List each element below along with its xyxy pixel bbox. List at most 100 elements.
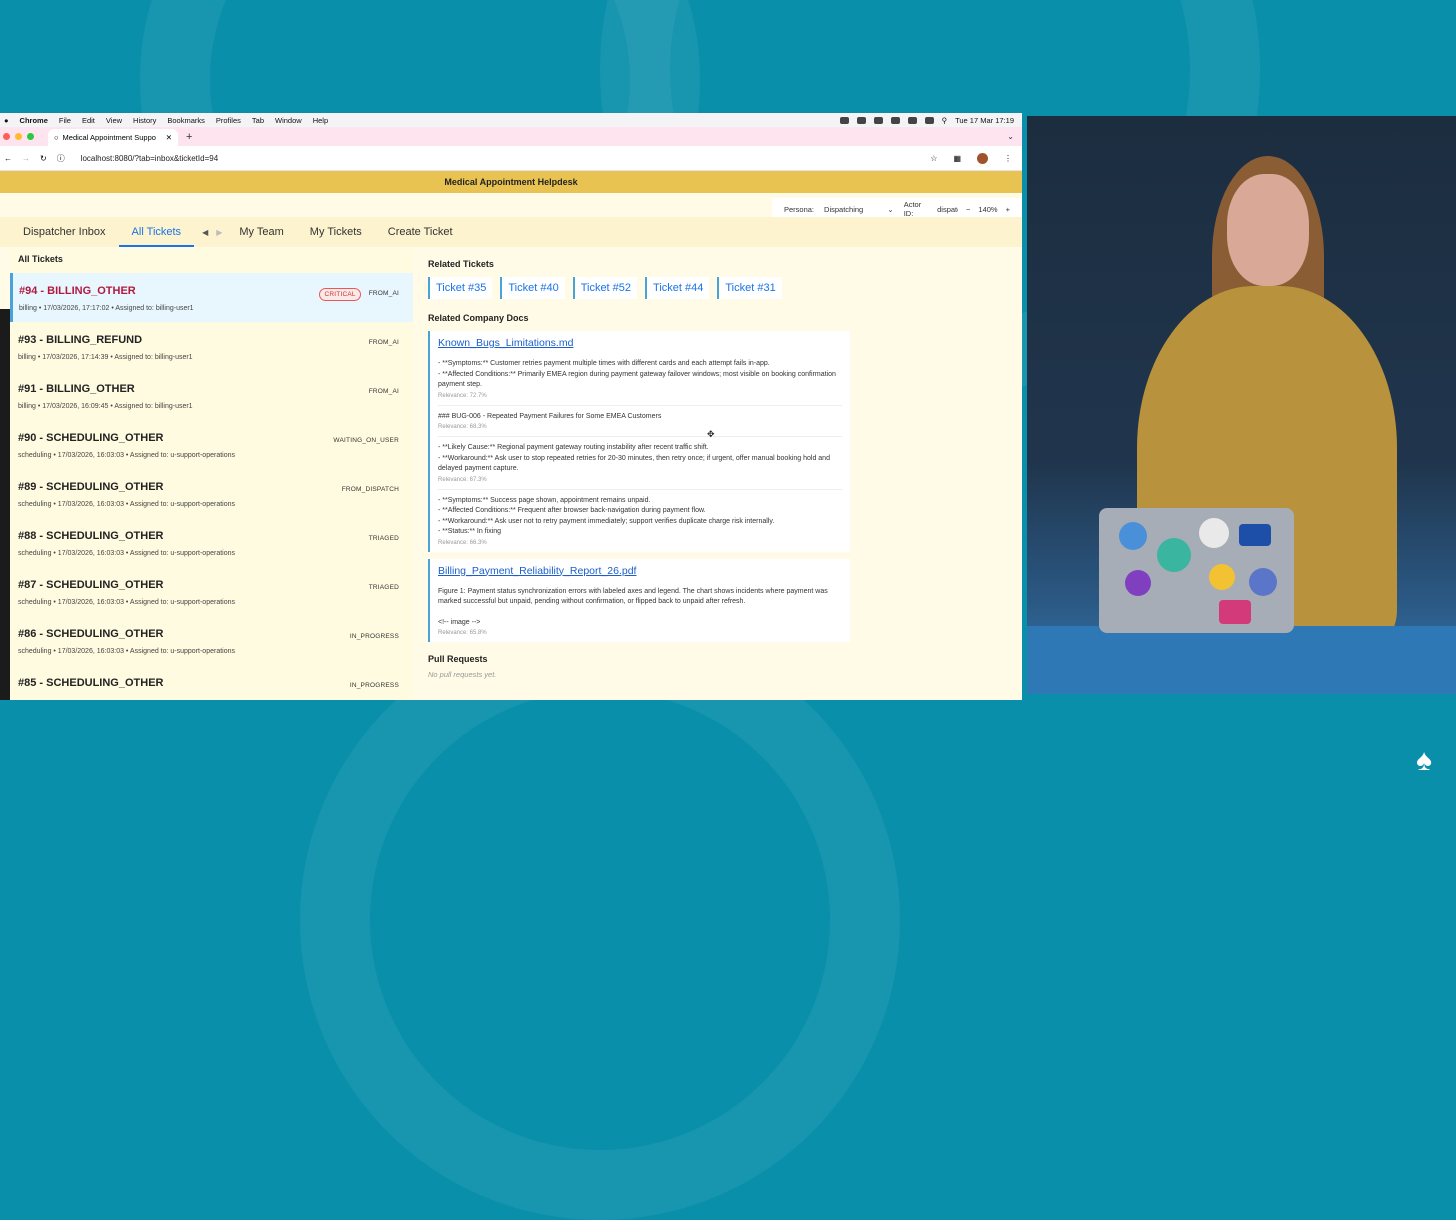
- status-badge: FROM_AI: [368, 339, 399, 346]
- relevance-score: Relevance: 68.3%: [438, 424, 487, 430]
- back-icon[interactable]: ←: [4, 154, 12, 163]
- close-window-icon[interactable]: [3, 133, 10, 140]
- tray-icon[interactable]: [873, 116, 883, 124]
- site-info-icon[interactable]: ⓘ: [57, 153, 65, 164]
- chevron-down-icon: ⌄: [887, 204, 894, 214]
- browser-tab[interactable]: ○ Medical Appointment Suppo ✕: [48, 129, 178, 146]
- ticket-row-selected[interactable]: #94 - BILLING_OTHER billing • 17/03/2026…: [10, 273, 413, 322]
- close-tab-icon[interactable]: ✕: [166, 133, 172, 142]
- ticket-row[interactable]: #86 - SCHEDULING_OTHER scheduling • 17/0…: [10, 616, 413, 665]
- zoom-window-icon[interactable]: [27, 133, 34, 140]
- menu-bookmarks[interactable]: Bookmarks: [167, 116, 205, 125]
- wifi-icon[interactable]: [924, 116, 934, 124]
- tray-icon[interactable]: [839, 116, 849, 124]
- profile-avatar[interactable]: [977, 152, 988, 164]
- ticket-row[interactable]: #88 - SCHEDULING_OTHER scheduling • 17/0…: [10, 518, 413, 567]
- doc-snippet-line: - **Workaround:** Ask user to stop repea…: [438, 454, 830, 473]
- menu-view[interactable]: View: [106, 116, 122, 125]
- tab-my-team[interactable]: My Team: [226, 217, 296, 247]
- doc-snippet-line: <!-- image -->: [438, 618, 481, 626]
- related-ticket-link[interactable]: Ticket #40: [500, 277, 565, 299]
- ticket-row[interactable]: #85 - SCHEDULING_OTHER IN_PROGRESS: [10, 665, 413, 700]
- related-ticket-link[interactable]: Ticket #31: [717, 277, 782, 299]
- tab-my-tickets[interactable]: My Tickets: [297, 217, 375, 247]
- ticket-meta: billing • 17/03/2026, 17:17:02 • Assigne…: [19, 305, 194, 312]
- nav-scroll-right-icon[interactable]: ▶: [212, 228, 226, 237]
- app-header: Medical Appointment Helpdesk: [0, 171, 1022, 193]
- apple-icon[interactable]: ●: [4, 116, 9, 125]
- chevron-down-icon[interactable]: ⌄: [1007, 132, 1014, 141]
- tray-icon[interactable]: [890, 116, 900, 124]
- search-icon[interactable]: ⚲: [942, 116, 948, 125]
- menu-window[interactable]: Window: [275, 116, 302, 125]
- related-ticket-link[interactable]: Ticket #52: [572, 277, 638, 299]
- divider: [438, 404, 842, 406]
- ticket-meta: scheduling • 17/03/2026, 16:03:03 • Assi…: [18, 648, 235, 655]
- browser-tabbar: ○ Medical Appointment Suppo ✕ + ⌄: [0, 127, 1022, 146]
- new-tab-icon[interactable]: +: [186, 131, 192, 143]
- zoom-in-button[interactable]: +: [1006, 205, 1010, 214]
- ticket-title: #90 - SCHEDULING_OTHER: [18, 432, 164, 444]
- ticket-row[interactable]: #87 - SCHEDULING_OTHER scheduling • 17/0…: [10, 567, 413, 616]
- actor-id-input[interactable]: dispatcher: [937, 205, 958, 214]
- status-badge: WAITING_ON_USER: [333, 437, 399, 444]
- sticker: [1249, 568, 1277, 596]
- speaker-face: [1227, 174, 1309, 286]
- tab-dispatcher-inbox[interactable]: Dispatcher Inbox: [10, 217, 119, 247]
- menu-help[interactable]: Help: [313, 116, 328, 125]
- ticket-list-heading: All Tickets: [18, 254, 63, 264]
- zoom-out-button[interactable]: −: [966, 205, 970, 214]
- duke-mascot-logo: ♠: [1416, 744, 1432, 777]
- forward-icon[interactable]: →: [22, 154, 30, 163]
- kebab-menu-icon[interactable]: ⋮: [1004, 154, 1012, 163]
- extensions-icon[interactable]: ▦: [953, 154, 961, 163]
- ticket-title: #86 - SCHEDULING_OTHER: [18, 628, 164, 640]
- stage-edge: [1027, 626, 1456, 694]
- ticket-meta: billing • 17/03/2026, 16:09:45 • Assigne…: [18, 403, 193, 410]
- bookmark-star-icon[interactable]: ☆: [930, 154, 937, 163]
- persona-select-value: Dispatching: [824, 204, 864, 214]
- nav-scroll-left-icon[interactable]: ◀: [198, 228, 212, 237]
- ticket-row[interactable]: #90 - SCHEDULING_OTHER scheduling • 17/0…: [10, 420, 413, 469]
- reload-icon[interactable]: ↻: [40, 154, 47, 163]
- ticket-meta: scheduling • 17/03/2026, 16:03:03 • Assi…: [18, 550, 235, 557]
- sticker: [1157, 538, 1191, 572]
- doc-title-link[interactable]: Known_Bugs_Limitations.md: [438, 337, 842, 349]
- menu-file[interactable]: File: [59, 116, 71, 125]
- status-badge: FROM_AI: [368, 388, 399, 395]
- menu-profiles[interactable]: Profiles: [216, 116, 241, 125]
- browser-window: ● Chrome File Edit View History Bookmark…: [0, 113, 1022, 700]
- sticker: [1199, 518, 1229, 548]
- address-bar[interactable]: localhost:8080/?tab=inbox&ticketId=94: [81, 154, 218, 163]
- status-badge: IN_PROGRESS: [349, 633, 399, 640]
- status-badge: TRIAGED: [368, 535, 399, 542]
- menubar-clock[interactable]: Tue 17 Mar 17:19: [955, 116, 1014, 125]
- tab-all-tickets[interactable]: All Tickets: [118, 217, 195, 247]
- globe-icon: ○: [54, 133, 59, 142]
- app-nav: Dispatcher Inbox All Tickets ◀ ▶ My Team…: [0, 217, 1022, 247]
- menu-edit[interactable]: Edit: [82, 116, 95, 125]
- tab-create-ticket[interactable]: Create Ticket: [375, 217, 466, 247]
- minimize-window-icon[interactable]: [15, 133, 22, 140]
- related-docs-heading: Related Company Docs: [428, 313, 529, 323]
- mouse-cursor-icon: ✥: [707, 429, 715, 439]
- doc-title-link[interactable]: Billing_Payment_Reliability_Report_26.pd…: [438, 565, 842, 577]
- sticker: [1219, 600, 1251, 624]
- doc-snippet-line: - **Affected Conditions:** Primarily EME…: [438, 370, 836, 389]
- ticket-row[interactable]: #93 - BILLING_REFUND billing • 17/03/202…: [10, 322, 413, 371]
- ticket-row[interactable]: #89 - SCHEDULING_OTHER scheduling • 17/0…: [10, 469, 413, 518]
- tray-icon[interactable]: [856, 116, 866, 124]
- persona-select[interactable]: Dispatching ⌄: [822, 205, 896, 214]
- battery-icon[interactable]: [907, 116, 917, 124]
- ticket-row[interactable]: #91 - BILLING_OTHER billing • 17/03/2026…: [10, 371, 413, 420]
- related-docs: Known_Bugs_Limitations.md - **Symptoms:*…: [428, 331, 868, 642]
- menu-history[interactable]: History: [133, 116, 156, 125]
- actor-id-label: Actor ID:: [903, 200, 922, 218]
- menubar-app-name[interactable]: Chrome: [20, 116, 48, 125]
- related-ticket-link[interactable]: Ticket #35: [428, 277, 493, 299]
- sticker: [1119, 522, 1147, 550]
- related-ticket-link[interactable]: Ticket #44: [645, 277, 710, 299]
- menu-tab[interactable]: Tab: [252, 116, 264, 125]
- relevance-score: Relevance: 65.8%: [438, 630, 487, 636]
- doc-snippet-line: - **Symptoms:** Customer retries payment…: [438, 360, 770, 367]
